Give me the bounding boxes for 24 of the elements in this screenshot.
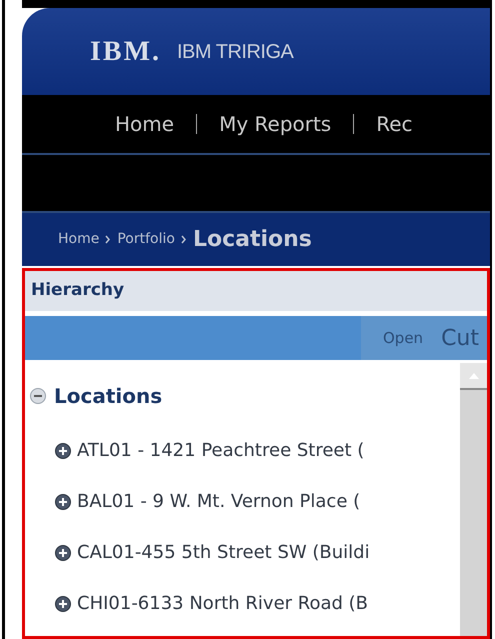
chevron-icon [180, 235, 187, 244]
expand-icon[interactable] [55, 494, 71, 510]
scroll-up-button[interactable] [460, 363, 487, 390]
collapse-icon[interactable] [30, 388, 46, 404]
nav-link[interactable]: My Reports [219, 109, 332, 139]
app-title: IBM TRIRIGA [177, 40, 294, 64]
breadcrumb-current: Locations [192, 226, 312, 254]
breadcrumb-link[interactable]: Home [58, 229, 100, 250]
nav-link[interactable]: Rec [376, 109, 413, 139]
breadcrumb-link[interactable]: Portfolio [117, 229, 175, 250]
tree-item[interactable]: ATL01 - 1421 Peachtree Street ( [77, 437, 364, 464]
expand-icon[interactable] [55, 442, 71, 458]
scrollbar[interactable] [460, 363, 487, 636]
expand-icon[interactable] [55, 544, 71, 560]
panel-title: Hierarchy [31, 279, 124, 302]
nav-link[interactable]: Home [115, 109, 174, 139]
tree-item[interactable]: CHI01-6133 North River Road (B [77, 590, 368, 617]
expand-icon[interactable] [55, 596, 71, 612]
tree-item[interactable]: BAL01 - 9 W. Mt. Vernon Place ( [77, 488, 360, 515]
tree-root[interactable]: Locations [54, 381, 162, 411]
tree-item[interactable]: CAL01-455 5th Street SW (Buildi [77, 539, 370, 566]
up-arrow-icon [468, 372, 478, 378]
logo: IBM. [90, 34, 161, 68]
chevron-icon [105, 235, 112, 244]
